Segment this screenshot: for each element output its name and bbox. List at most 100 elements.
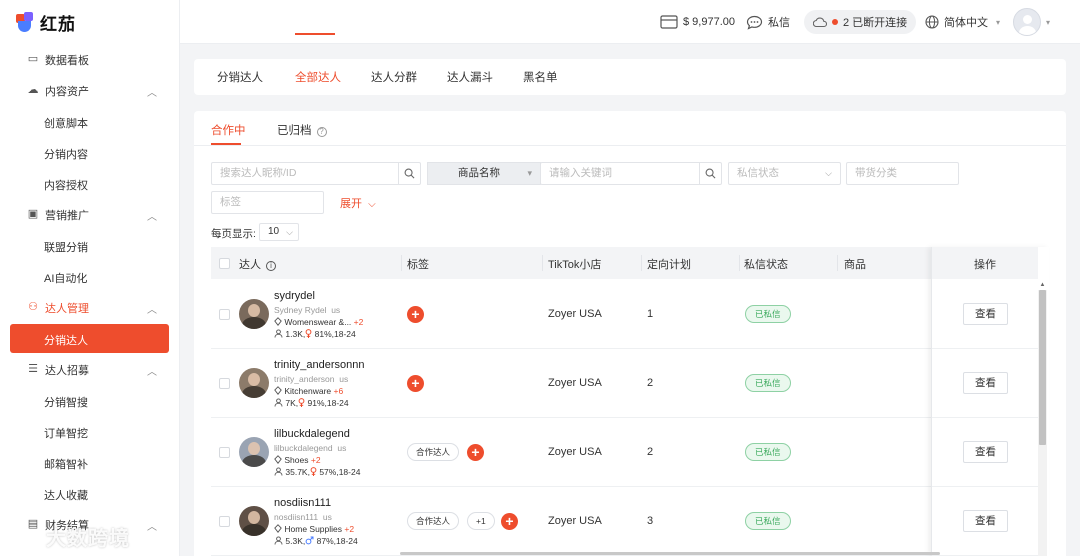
sidebar-group[interactable]: ▣ 营销推广 ︿ [0, 199, 179, 230]
sidebar-group[interactable]: ☁ 内容资产 ︿ [0, 75, 179, 106]
column-creator-label: 达人 [239, 259, 261, 271]
creator-tag[interactable]: 合作达人 [407, 512, 460, 530]
expand-filters-button[interactable]: 展开 ⌵ [340, 195, 376, 211]
row-checkbox[interactable] [219, 309, 230, 320]
creator-avatar[interactable] [239, 506, 269, 536]
tab-all-creators[interactable]: 全部达人 [295, 69, 341, 85]
document-icon: ☰ [28, 363, 38, 375]
tag-icon [274, 386, 282, 396]
sidebar-group[interactable]: ⚇ 达人管理 ︿ [0, 292, 179, 323]
view-button[interactable]: 查看 [963, 441, 1008, 463]
category-placeholder: 带货分类 [855, 167, 897, 179]
info-icon[interactable]: i [266, 261, 277, 271]
balance-display[interactable]: $ 9,977.00 [660, 0, 735, 44]
search-icon[interactable] [398, 163, 420, 184]
horizontal-scrollbar[interactable] [400, 552, 940, 555]
category-more[interactable]: +6 [334, 386, 344, 396]
creator-name[interactable]: lilbuckdalegend [274, 428, 350, 440]
sidebar-subitem[interactable]: AI自动化 [0, 261, 179, 292]
scroll-up-arrow[interactable]: ▲ [1038, 280, 1047, 290]
sidebar-subitem[interactable]: 联盟分销 [0, 230, 179, 261]
app-logo[interactable]: 红茄 [16, 10, 76, 34]
creator-handle-text: nosdiisn111 [274, 512, 319, 522]
creator-avatar[interactable] [239, 368, 269, 398]
actions-header: 操作 [932, 247, 1038, 279]
scrollbar-thumb[interactable] [1039, 290, 1046, 445]
tab-cooperating[interactable]: 合作中 [211, 122, 246, 138]
tab-creator-funnel[interactable]: 达人漏斗 [447, 69, 493, 85]
add-tag-button[interactable]: + [501, 513, 518, 530]
add-tag-button[interactable]: + [467, 444, 484, 461]
creator-audience: 57%,18-24 [319, 467, 361, 477]
person-icon [274, 536, 283, 546]
plan-count[interactable]: 2 [647, 446, 653, 458]
creator-stats: 5.3K, 87%,18-24 [274, 536, 358, 546]
connection-status[interactable]: 2 已断开连接 [804, 0, 917, 44]
creator-name[interactable]: nosdiisn111 [274, 497, 331, 509]
view-button[interactable]: 查看 [963, 510, 1008, 532]
help-icon[interactable]: ? [316, 127, 327, 137]
person-icon [274, 467, 283, 477]
tab-blacklist[interactable]: 黑名单 [523, 69, 558, 85]
messages-link[interactable]: 私信 [746, 0, 790, 44]
creators-panel: 合作中 已归档? 搜索达人昵称/ID 商品名称 ▾ 请输入关键词 私信状态 ⌵ … [194, 111, 1066, 556]
user-menu[interactable]: ▾ [1013, 0, 1050, 44]
row-checkbox[interactable] [219, 378, 230, 389]
sidebar-subitem[interactable]: 分销达人 [10, 324, 169, 353]
creator-tag[interactable]: +1 [467, 512, 495, 530]
plan-count[interactable]: 3 [647, 515, 653, 527]
tag-icon [274, 524, 282, 534]
sidebar-group[interactable]: ☰ 达人招募 ︿ [0, 354, 179, 385]
row-checkbox[interactable] [219, 447, 230, 458]
page-size-select[interactable]: 10 ⌵ [259, 223, 299, 241]
language-switcher[interactable]: 简体中文 ▾ [925, 0, 1000, 44]
shop-name: Zoyer USA [548, 308, 602, 320]
row-checkbox[interactable] [219, 516, 230, 527]
sidebar-item[interactable]: ▭ 数据看板 [0, 44, 179, 75]
top-header: $ 9,977.00 私信 2 已断开连接 简体中文 ▾ ▾ [180, 0, 1080, 44]
view-button[interactable]: 查看 [963, 372, 1008, 394]
sidebar-subitem[interactable]: 创意脚本 [0, 106, 179, 137]
tab-distribution-creators[interactable]: 分销达人 [217, 69, 263, 85]
creator-name[interactable]: sydrydel [274, 290, 315, 302]
sidebar-item-label: 达人管理 [45, 302, 89, 315]
sidebar: 红茄 ▭ 数据看板 ☁ 内容资产 ︿ 创意脚本 分销内容 内容授权 ▣ 营销推广 ︿ 联盟分销 AI自动… [0, 0, 180, 556]
chevron-down-icon: ⌵ [368, 199, 376, 210]
category-more[interactable]: +2 [311, 455, 321, 465]
creator-name[interactable]: trinity_andersonnn [274, 359, 365, 371]
sidebar-subitem[interactable]: 达人收藏 [0, 478, 179, 509]
sidebar-subitem[interactable]: 分销内容 [0, 137, 179, 168]
chat-icon [746, 15, 763, 30]
vertical-scrollbar[interactable] [1038, 290, 1047, 556]
add-tag-button[interactable]: + [407, 375, 424, 392]
sidebar-subitem[interactable]: 邮箱智补 [0, 447, 179, 478]
select-all-checkbox[interactable] [219, 258, 230, 269]
creator-avatar[interactable] [239, 299, 269, 329]
female-icon [298, 398, 305, 408]
category-select[interactable]: 带货分类 [846, 162, 959, 185]
creator-search-input[interactable]: 搜索达人昵称/ID [211, 162, 421, 185]
status-dot [832, 19, 838, 25]
action-cell: 查看 [932, 349, 1038, 418]
creator-avatar[interactable] [239, 437, 269, 467]
dm-status-placeholder: 私信状态 [737, 167, 779, 179]
sidebar-subitem[interactable]: 分销智搜 [0, 385, 179, 416]
tab-archived[interactable]: 已归档? [277, 122, 327, 138]
sidebar-subitem[interactable]: 内容授权 [0, 168, 179, 199]
category-more[interactable]: +2 [354, 317, 364, 327]
keyword-input[interactable]: 请输入关键词 [540, 162, 722, 185]
creator-category: Home Supplies +2 [274, 524, 354, 534]
sidebar-subitem[interactable]: 订单智挖 [0, 416, 179, 447]
search-icon[interactable] [699, 163, 721, 184]
tag-select[interactable]: 标签 [211, 191, 324, 214]
add-tag-button[interactable]: + [407, 306, 424, 323]
plan-count[interactable]: 2 [647, 377, 653, 389]
tab-creator-groups[interactable]: 达人分群 [371, 69, 417, 85]
product-field-select[interactable]: 商品名称 ▾ [427, 162, 541, 185]
plan-count[interactable]: 1 [647, 308, 653, 320]
dm-status-badge: 已私信 [745, 512, 791, 530]
dm-status-select[interactable]: 私信状态 ⌵ [728, 162, 841, 185]
category-more[interactable]: +2 [344, 524, 354, 534]
creator-tag[interactable]: 合作达人 [407, 443, 460, 461]
view-button[interactable]: 查看 [963, 303, 1008, 325]
